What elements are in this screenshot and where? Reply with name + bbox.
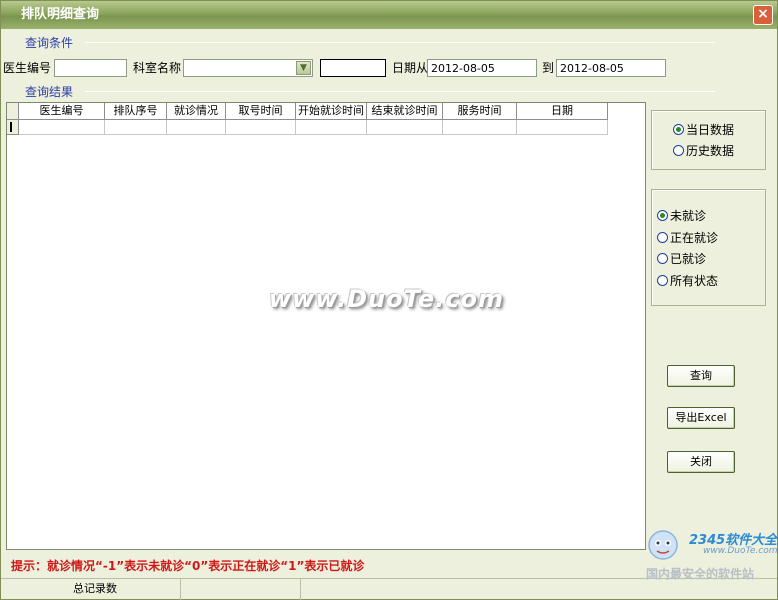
dept-select[interactable]: ▼: [183, 59, 313, 77]
query-button[interactable]: 查询: [667, 365, 735, 387]
grid-cell[interactable]: [167, 120, 226, 135]
col-header-service-time[interactable]: 服务时间: [443, 103, 517, 120]
col-header-visit-status[interactable]: 就诊情况: [167, 103, 226, 120]
results-divider: [85, 91, 715, 92]
radio-unselected-icon: [657, 275, 668, 286]
col-header-doctor-id[interactable]: 医生编号: [19, 103, 105, 120]
data-source-panel: [651, 110, 766, 170]
date-from-input[interactable]: [427, 59, 537, 77]
radio-selected-icon: [673, 124, 684, 135]
grid-corner: [7, 103, 19, 120]
doctor-id-input[interactable]: [54, 59, 127, 77]
radio-not-visited[interactable]: 未就诊: [657, 207, 706, 224]
close-icon: ×: [757, 6, 769, 22]
grid-cell[interactable]: [367, 120, 443, 135]
results-group-label: 查询结果: [25, 85, 74, 99]
total-records-label: 总记录数: [1, 579, 181, 600]
grid-cell[interactable]: [517, 120, 608, 135]
radio-in-progress-label: 正在就诊: [670, 231, 719, 245]
conditions-divider: [85, 42, 715, 43]
col-header-start-time[interactable]: 开始就诊时间: [296, 103, 367, 120]
radio-unselected-icon: [657, 253, 668, 264]
grid-cell[interactable]: [443, 120, 517, 135]
radio-today-data-label: 当日数据: [686, 123, 735, 137]
close-window-button[interactable]: ×: [753, 5, 773, 25]
radio-visited[interactable]: 已就诊: [657, 250, 706, 267]
radio-unselected-icon: [657, 232, 668, 243]
close-button[interactable]: 关闭: [667, 451, 735, 473]
grid-header: 医生编号 排队序号 就诊情况 取号时间 开始就诊时间 结束就诊时间 服务时间 日…: [7, 103, 608, 120]
logo-url: www.DuoTe.com: [703, 546, 778, 556]
table-row[interactable]: [7, 120, 608, 135]
radio-visited-label: 已就诊: [670, 252, 707, 266]
col-header-date[interactable]: 日期: [517, 103, 608, 120]
chevron-down-icon[interactable]: ▼: [296, 61, 311, 75]
grid-cell[interactable]: [19, 120, 105, 135]
row-indicator-icon: [7, 120, 19, 135]
radio-today-data[interactable]: 当日数据: [673, 121, 734, 138]
extra-filter-input[interactable]: [320, 59, 386, 77]
radio-all-status[interactable]: 所有状态: [657, 272, 718, 289]
date-to-input[interactable]: [556, 59, 666, 77]
hint-text: 提示：就诊情况“-1”表示未就诊“0”表示正在就诊“1”表示已就诊: [11, 559, 365, 573]
radio-not-visited-label: 未就诊: [670, 209, 707, 223]
date-from-label: 日期从: [392, 61, 429, 75]
radio-all-status-label: 所有状态: [670, 274, 719, 288]
grid-cell[interactable]: [105, 120, 167, 135]
dept-label: 科室名称: [133, 61, 182, 75]
logo-slogan: 国内最安全的软件站: [646, 567, 755, 581]
total-records-value: [181, 579, 301, 600]
watermark-text: www.DuoTe.com: [269, 285, 504, 313]
doctor-id-label: 医生编号: [3, 61, 52, 75]
grid-cell[interactable]: [296, 120, 367, 135]
export-excel-button[interactable]: 导出Excel: [667, 407, 735, 429]
conditions-group-label: 查询条件: [25, 36, 74, 50]
radio-in-progress[interactable]: 正在就诊: [657, 229, 718, 246]
radio-history-data-label: 历史数据: [686, 144, 735, 158]
radio-selected-icon: [657, 210, 668, 221]
col-header-queue-no[interactable]: 排队序号: [105, 103, 167, 120]
title-bar[interactable]: 排队明细查询 ×: [1, 1, 777, 29]
window-title: 排队明细查询: [21, 7, 100, 22]
date-to-label: 到: [542, 61, 555, 75]
radio-unselected-icon: [673, 145, 684, 156]
main-window: 排队明细查询 × 查询条件 医生编号 科室名称 ▼ 日期从 到 查询结果 医生编…: [0, 0, 778, 600]
results-grid[interactable]: 医生编号 排队序号 就诊情况 取号时间 开始就诊时间 结束就诊时间 服务时间 日…: [6, 102, 646, 550]
col-header-end-time[interactable]: 结束就诊时间: [367, 103, 443, 120]
grid-cell[interactable]: [226, 120, 296, 135]
radio-history-data[interactable]: 历史数据: [673, 142, 734, 159]
col-header-ticket-time[interactable]: 取号时间: [226, 103, 296, 120]
